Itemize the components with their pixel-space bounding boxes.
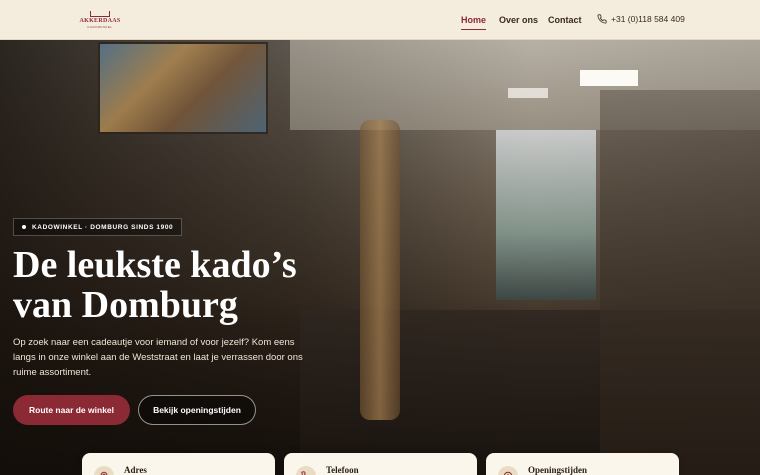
ceiling-light bbox=[580, 70, 638, 86]
crown-logo-icon bbox=[90, 11, 110, 17]
hero-lead: Op zoek naar een cadeautje voor iemand o… bbox=[13, 337, 303, 378]
hero-headline-line1: De leukste kado’s bbox=[13, 244, 297, 286]
card-label: Telefoon bbox=[326, 465, 359, 475]
nav-over-ons[interactable]: Over ons bbox=[499, 15, 538, 25]
nav-home[interactable]: Home bbox=[461, 15, 487, 30]
map-pin-icon bbox=[94, 466, 114, 475]
site-logo[interactable]: AKKERDAAS KADOWINKEL bbox=[79, 8, 121, 32]
hero-badge: KADOWINKEL · DOMBURG SINDS 1900 bbox=[13, 218, 183, 236]
route-button[interactable]: Route naar de winkel bbox=[13, 395, 130, 425]
logo-name: AKKERDAAS bbox=[79, 18, 121, 24]
info-card-address[interactable]: Adres bbox=[82, 453, 275, 475]
hero-headline-line2: van Domburg bbox=[13, 284, 238, 326]
hero-photo-painting bbox=[98, 42, 268, 134]
info-card-hours[interactable]: Openingstijden bbox=[486, 453, 679, 475]
logo-subtitle: KADOWINKEL bbox=[87, 25, 113, 29]
badge-dot-icon bbox=[22, 225, 26, 229]
card-label: Openingstijden bbox=[528, 465, 588, 475]
card-label: Adres bbox=[124, 465, 147, 475]
opening-hours-button[interactable]: Bekijk openingstijden bbox=[138, 395, 256, 425]
clock-icon bbox=[498, 466, 518, 475]
hero-photo-shelf bbox=[600, 90, 760, 475]
phone-icon bbox=[296, 466, 316, 475]
site-header: AKKERDAAS KADOWINKEL Home Over ons Conta… bbox=[0, 0, 760, 40]
phone-icon bbox=[597, 14, 607, 24]
hero-section: KADOWINKEL · DOMBURG SINDS 1900 De leuks… bbox=[0, 40, 760, 475]
header-phone[interactable]: +31 (0)118 584 409 bbox=[597, 14, 685, 24]
phone-number: +31 (0)118 584 409 bbox=[611, 14, 685, 24]
ceiling-light bbox=[508, 88, 548, 98]
hero-photo-doorway bbox=[496, 130, 596, 300]
nav-contact[interactable]: Contact bbox=[548, 15, 582, 25]
hero-headline: De leukste kado’s van Domburg bbox=[13, 245, 343, 325]
hero-badge-text: KADOWINKEL · DOMBURG SINDS 1900 bbox=[32, 223, 174, 231]
info-card-phone[interactable]: Telefoon bbox=[284, 453, 477, 475]
hero-photo-tree bbox=[360, 120, 400, 420]
